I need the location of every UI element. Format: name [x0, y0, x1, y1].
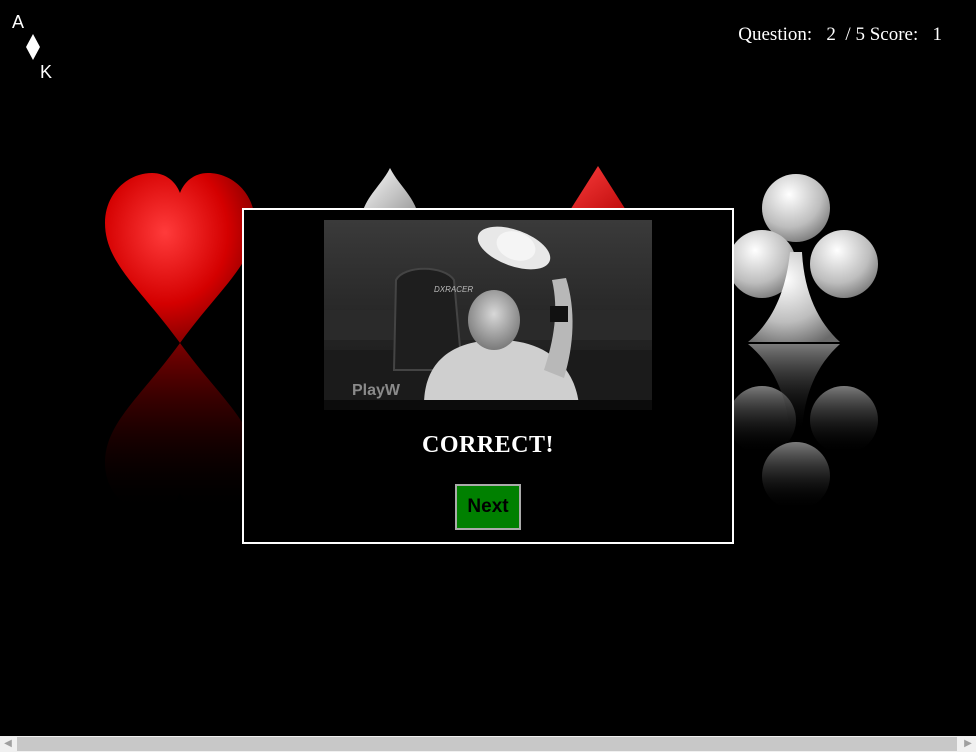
question-current: 2: [826, 24, 836, 45]
scroll-right-icon[interactable]: ▶: [960, 736, 976, 752]
scrollbar-thumb[interactable]: [17, 737, 957, 751]
player-photo-image: PlayW DXRACER: [324, 220, 652, 410]
diamond-icon: [26, 34, 40, 60]
score-value: 1: [932, 24, 943, 45]
logo-bottom-letter: K: [40, 62, 53, 82]
result-message: CORRECT!: [421, 432, 554, 458]
question-total: / 5: [845, 24, 865, 45]
heart-suit-icon: [105, 173, 255, 513]
player-photo: PlayW DXRACER: [324, 220, 652, 410]
next-button[interactable]: Next: [455, 484, 521, 530]
scroll-left-icon[interactable]: ◀: [0, 736, 16, 752]
chair-brand-text: DXRACER: [434, 285, 473, 294]
photo-sign-text: PlayW: [352, 382, 401, 399]
score-label: Score:: [869, 24, 919, 45]
logo-top-letter: A: [12, 12, 25, 32]
club-suit-icon: [728, 174, 878, 510]
app-logo: A K: [10, 10, 60, 85]
result-modal: PlayW DXRACER CORRECT! Next: [242, 208, 734, 544]
horizontal-scrollbar[interactable]: ◀ ▶: [0, 736, 976, 752]
game-page: A K Question: 2 / 5 Score: 1 PlayW DXRAC…: [0, 0, 976, 752]
question-label: Question:: [738, 24, 813, 45]
score-bar: Question: 2 / 5 Score: 1: [738, 24, 942, 46]
